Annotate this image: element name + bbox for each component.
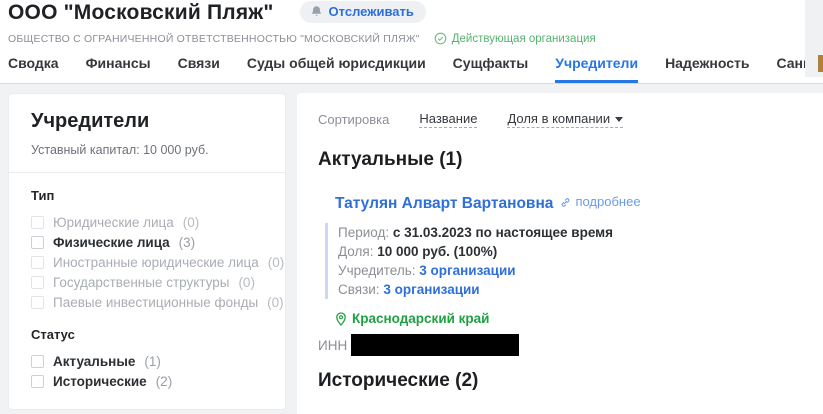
partial-tab-fragment: [818, 55, 823, 72]
founder-location[interactable]: Краснодарский край: [335, 311, 823, 326]
tab-suschfakty[interactable]: Сущфакты: [453, 55, 529, 83]
content-area: Учредители Уставный капитал: 10 000 руб.…: [0, 84, 823, 414]
tab-sudy[interactable]: Суды общей юрисдикции: [247, 55, 426, 83]
title-row: ООО "Московский Пляж" Отслеживать: [8, 0, 823, 25]
sort-label: Сортировка: [318, 112, 389, 127]
founder-orgs-link[interactable]: 3 организации: [419, 263, 515, 278]
detail-connections: Связи: 3 организации: [338, 280, 823, 299]
filter-foreign-entities[interactable]: Иностранные юридические лица (0): [31, 252, 263, 272]
tab-svodka[interactable]: Сводка: [8, 55, 59, 83]
founder-name-row: Татулян Алварт Вартановна подробнее: [335, 194, 823, 213]
founders-filter-panel: Учредители Уставный капитал: 10 000 руб.…: [8, 93, 286, 410]
inn-redacted-box: [351, 334, 519, 356]
filter-actual[interactable]: Актуальные (1): [31, 351, 263, 371]
subtitle-row: ОБЩЕСТВО С ОГРАНИЧЕННОЙ ОТВЕТСТВЕННОСТЬЮ…: [8, 32, 823, 45]
bell-icon: [310, 5, 323, 18]
checkbox-icon[interactable]: [31, 216, 44, 229]
company-full-name: ОБЩЕСТВО С ОГРАНИЧЕННОЙ ОТВЕТСТВЕННОСТЬЮ…: [8, 33, 420, 45]
checkbox-icon[interactable]: [31, 296, 44, 309]
link-icon: [560, 196, 571, 207]
company-page: ООО "Московский Пляж" Отслеживать ОБЩЕСТ…: [0, 0, 823, 414]
checkbox-icon[interactable]: [31, 375, 44, 388]
track-button-label: Отслеживать: [329, 4, 414, 19]
founder-name-link[interactable]: Татулян Алварт Вартановна: [335, 195, 553, 213]
checkbox-icon[interactable]: [31, 256, 44, 269]
section-historical-title: Исторические (2): [318, 370, 823, 392]
tab-uchrediteli[interactable]: Учредители: [555, 55, 638, 83]
inn-label: ИНН: [318, 338, 347, 353]
founder-details: Период: с 31.03.2023 по настоящее время …: [325, 223, 823, 299]
status-filter-list: Актуальные (1) Исторические (2): [31, 351, 263, 391]
check-circle-icon: [434, 32, 447, 45]
tab-nadezhnost[interactable]: Надежность: [665, 55, 749, 83]
status-badge: Действующая организация: [434, 32, 596, 45]
more-details-link[interactable]: подробнее: [560, 194, 640, 209]
company-header: ООО "Московский Пляж" Отслеживать ОБЩЕСТ…: [0, 0, 823, 84]
filter-state-structures[interactable]: Государственные структуры (0): [31, 272, 263, 292]
filter-historical[interactable]: Исторические (2): [31, 371, 263, 391]
checkbox-icon[interactable]: [31, 236, 44, 249]
detail-share: Доля: 10 000 руб. (100%): [338, 242, 823, 261]
track-button[interactable]: Отслеживать: [300, 1, 426, 23]
charter-capital: Уставный капитал: 10 000 руб.: [31, 143, 263, 157]
divider: [9, 172, 285, 173]
tab-svyazi[interactable]: Связи: [178, 55, 220, 83]
checkbox-icon[interactable]: [31, 355, 44, 368]
tab-finansy[interactable]: Финансы: [86, 55, 151, 83]
sort-bar: Сортировка Название Доля в компании: [318, 111, 823, 128]
type-filter-list: Юридические лица (0) Физические лица (3)…: [31, 212, 263, 312]
location-pin-icon: [335, 312, 347, 326]
checkbox-icon[interactable]: [31, 276, 44, 289]
filter-individuals[interactable]: Физические лица (3): [31, 232, 263, 252]
page-title: ООО "Московский Пляж": [8, 1, 274, 25]
panel-title: Учредители: [31, 110, 263, 133]
inn-row: ИНН: [318, 334, 823, 356]
filter-group-status-label: Статус: [31, 327, 263, 342]
founders-list-panel: Сортировка Название Доля в компании Акту…: [297, 93, 823, 414]
detail-period: Период: с 31.03.2023 по настоящее время: [338, 223, 823, 242]
section-actual-title: Актуальные (1): [318, 149, 823, 171]
filter-legal-entities[interactable]: Юридические лица (0): [31, 212, 263, 232]
status-badge-label: Действующая организация: [452, 33, 596, 45]
sort-by-name-link[interactable]: Название: [419, 111, 477, 128]
chevron-down-icon: [615, 117, 623, 122]
sort-by-share-link[interactable]: Доля в компании: [507, 111, 623, 128]
filter-investment-funds[interactable]: Паевые инвестиционные фонды (0): [31, 292, 263, 312]
filter-group-type-label: Тип: [31, 188, 263, 203]
detail-founder-orgs: Учредитель: 3 организации: [338, 261, 823, 280]
connections-link[interactable]: 3 организации: [383, 282, 479, 297]
founder-card-actual: Татулян Алварт Вартановна подробнее Пери…: [318, 194, 823, 356]
tab-bar: Сводка Финансы Связи Суды общей юрисдикц…: [8, 55, 823, 83]
